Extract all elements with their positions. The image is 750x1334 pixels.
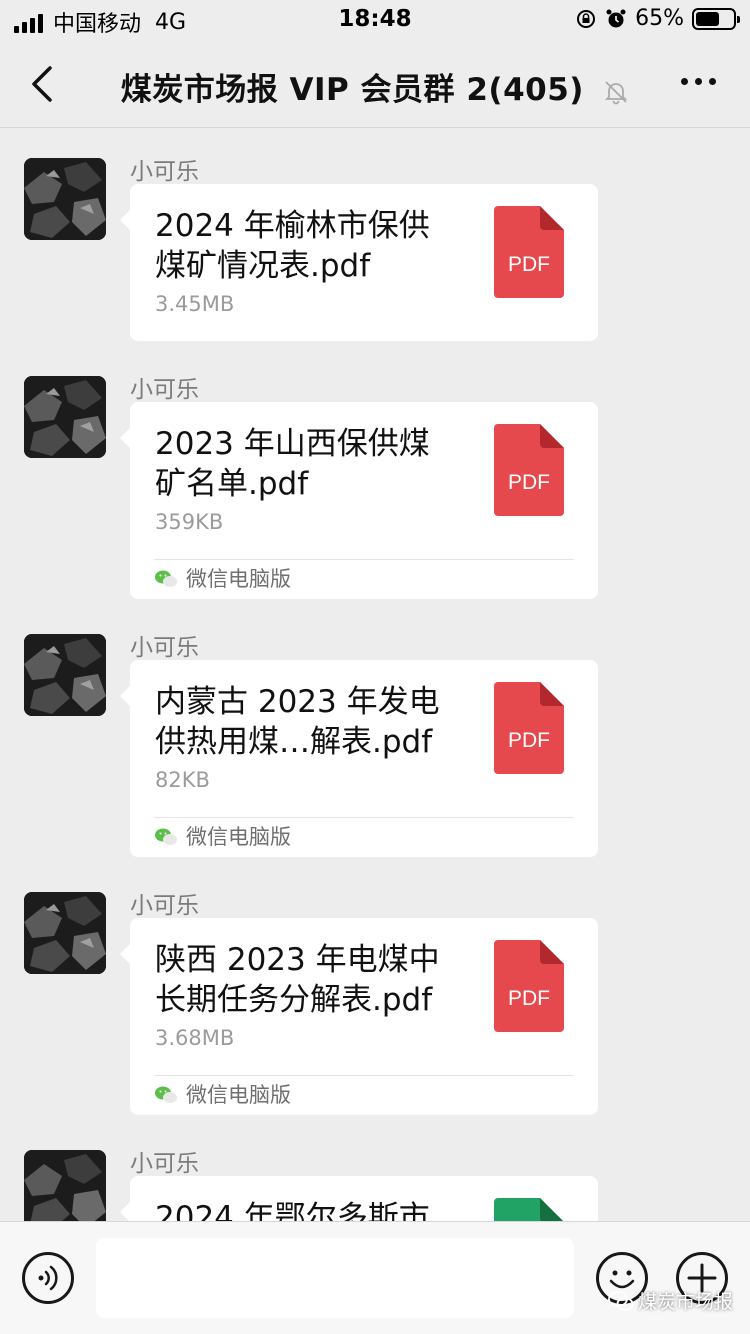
source-footer: 微信电脑版 xyxy=(154,559,574,599)
voice-input-button[interactable] xyxy=(22,1252,74,1304)
pdf-file-icon: PDF xyxy=(494,682,564,774)
chat-title-wrap: 煤炭市场报 VIP 会员群 2(405) xyxy=(0,64,750,109)
watermark-text: 煤炭市场报 xyxy=(638,1291,734,1313)
file-name-line: 2024 年鄂尔多斯市 xyxy=(155,1200,430,1221)
avatar[interactable] xyxy=(24,892,106,974)
sender-name: 小可乐 xyxy=(130,893,199,919)
file-message-bubble[interactable]: 2023 年山西保供煤 矿名单.pdf 359KB PDF 微信电脑版 xyxy=(120,402,598,599)
file-size: 82KB xyxy=(155,768,210,792)
sender-name: 小可乐 xyxy=(130,1151,199,1177)
pdf-file-icon: PDF xyxy=(494,206,564,298)
file-type-label: PDF xyxy=(508,729,550,752)
excel-file-icon xyxy=(494,1198,564,1221)
wechat-icon xyxy=(155,570,177,587)
message-input[interactable] xyxy=(96,1238,574,1318)
file-name-line: 2024 年榆林市保供 xyxy=(155,208,430,244)
file-name: 2024 年鄂尔多斯市 xyxy=(155,1198,470,1221)
file-name: 2024 年榆林市保供 煤矿情况表.pdf xyxy=(155,206,470,286)
voice-icon xyxy=(38,1265,58,1291)
avatar[interactable] xyxy=(24,158,106,240)
chat-header: 煤炭市场报 VIP 会员群 2(405) xyxy=(0,40,750,128)
avatar[interactable] xyxy=(24,634,106,716)
file-name-line: 矿名单.pdf xyxy=(155,466,309,502)
file-name-line: 内蒙古 2023 年发电 xyxy=(155,684,440,720)
source-label: 微信电脑版 xyxy=(186,1083,291,1107)
battery-icon xyxy=(692,7,740,30)
sender-name: 小可乐 xyxy=(130,159,199,185)
avatar[interactable] xyxy=(24,376,106,458)
file-type-label: PDF xyxy=(508,987,550,1010)
status-bar: 中国移动 4G 18:48 65% xyxy=(0,0,750,40)
source-footer: 微信电脑版 xyxy=(154,817,574,857)
alarm-icon xyxy=(606,9,626,27)
file-name: 陕西 2023 年电煤中 长期任务分解表.pdf xyxy=(155,940,470,1020)
wechat-icon xyxy=(155,828,177,845)
file-name: 内蒙古 2023 年发电 供热用煤…解表.pdf xyxy=(155,682,470,762)
file-size: 3.45MB xyxy=(155,292,235,316)
more-options-icon[interactable] xyxy=(681,78,716,85)
sender-name: 小可乐 xyxy=(130,635,199,661)
file-name-line: 2023 年山西保供煤 xyxy=(155,426,430,462)
file-name-line: 煤矿情况表.pdf xyxy=(155,248,371,284)
file-size: 3.68MB xyxy=(155,1026,235,1050)
file-name-line: 供热用煤…解表.pdf xyxy=(155,724,433,760)
rotation-lock-icon xyxy=(577,9,596,28)
pdf-file-icon: PDF xyxy=(494,424,564,516)
input-bar xyxy=(0,1221,750,1334)
source-label: 微信电脑版 xyxy=(186,825,291,849)
pdf-file-icon: PDF xyxy=(494,940,564,1032)
message-list[interactable]: 小可乐 2024 年榆林市保供 煤矿情况表.pdf 3.45MB PDF 小可乐… xyxy=(0,129,750,1221)
file-message-bubble[interactable]: 2024 年榆林市保供 煤矿情况表.pdf 3.45MB PDF xyxy=(120,184,598,341)
file-message-bubble[interactable]: 陕西 2023 年电煤中 长期任务分解表.pdf 3.68MB PDF 微信电脑… xyxy=(120,918,598,1115)
file-name: 2023 年山西保供煤 矿名单.pdf xyxy=(155,424,470,504)
source-label: 微信电脑版 xyxy=(186,567,291,591)
source-footer: 微信电脑版 xyxy=(154,1075,574,1115)
sender-name: 小可乐 xyxy=(130,377,199,403)
wechat-icon xyxy=(155,1086,177,1103)
file-size: 359KB xyxy=(155,510,224,534)
battery-percent: 65% xyxy=(635,6,684,31)
avatar[interactable] xyxy=(24,1150,106,1221)
file-type-label: PDF xyxy=(508,471,550,494)
file-type-label: PDF xyxy=(508,253,550,276)
file-name-line: 长期任务分解表.pdf xyxy=(155,982,433,1018)
file-message-bubble[interactable]: 2024 年鄂尔多斯市 xyxy=(120,1176,598,1221)
file-name-line: 陕西 2023 年电煤中 xyxy=(155,942,440,978)
mute-bell-icon xyxy=(605,80,628,104)
watermark-logo-icon xyxy=(608,1291,634,1311)
file-message-bubble[interactable]: 内蒙古 2023 年发电 供热用煤…解表.pdf 82KB PDF 微信电脑版 xyxy=(120,660,598,857)
chat-title: 煤炭市场报 VIP 会员群 2(405) xyxy=(120,72,584,108)
